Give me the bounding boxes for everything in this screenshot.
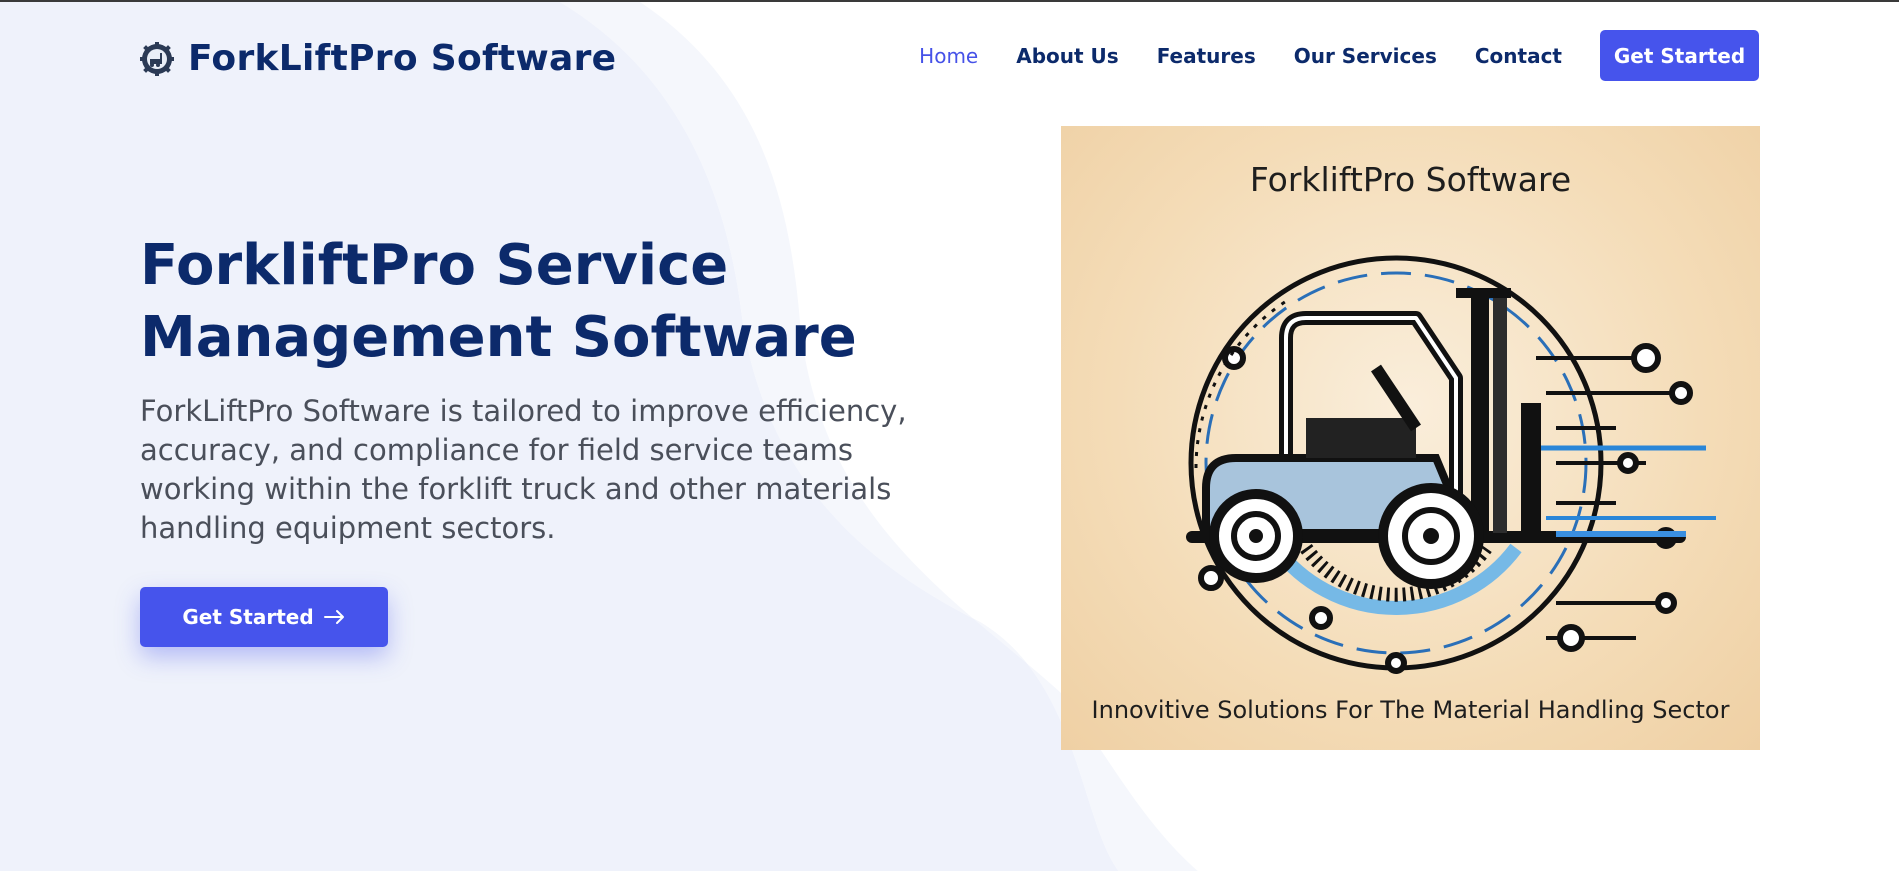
main-nav: Home About Us Features Our Services Cont… xyxy=(919,30,1759,81)
hero-description: ForkLiftPro Software is tailored to impr… xyxy=(140,394,907,545)
hero-illustration: ForkliftPro Software Innovitive Solution… xyxy=(1061,126,1760,750)
brand-logo-link[interactable]: ForkLiftPro Software xyxy=(140,38,616,79)
hero-get-started-button[interactable]: Get Started xyxy=(140,587,388,647)
nav-link-our-services[interactable]: Our Services xyxy=(1294,44,1437,68)
nav-link-contact[interactable]: Contact xyxy=(1475,44,1562,68)
arrow-right-icon xyxy=(323,610,344,624)
site-header: ForkLiftPro Software Home About Us Featu… xyxy=(140,30,1759,84)
nav-link-about-us[interactable]: About Us xyxy=(1016,44,1118,68)
brand-name: ForkLiftPro Software xyxy=(188,38,617,79)
hero-title: ForkliftPro Service Management Software xyxy=(140,230,860,374)
illustration-tagline: Innovitive Solutions For The Material Ha… xyxy=(1091,696,1730,724)
nav-link-home[interactable]: Home xyxy=(919,44,978,68)
hero-title-line-2: Management Software xyxy=(140,305,857,370)
forklift-icon xyxy=(1186,255,1716,674)
nav-link-features[interactable]: Features xyxy=(1157,44,1256,68)
hero-title-line-1: ForkliftPro Service xyxy=(140,233,729,298)
hero-get-started-label: Get Started xyxy=(182,605,314,629)
header-get-started-button[interactable]: Get Started xyxy=(1600,30,1759,81)
gear-forklift-logo-icon xyxy=(140,41,174,76)
illustration-title: ForkliftPro Software xyxy=(1249,160,1572,199)
landing-page: ForkLiftPro Software Home About Us Featu… xyxy=(0,2,1899,871)
